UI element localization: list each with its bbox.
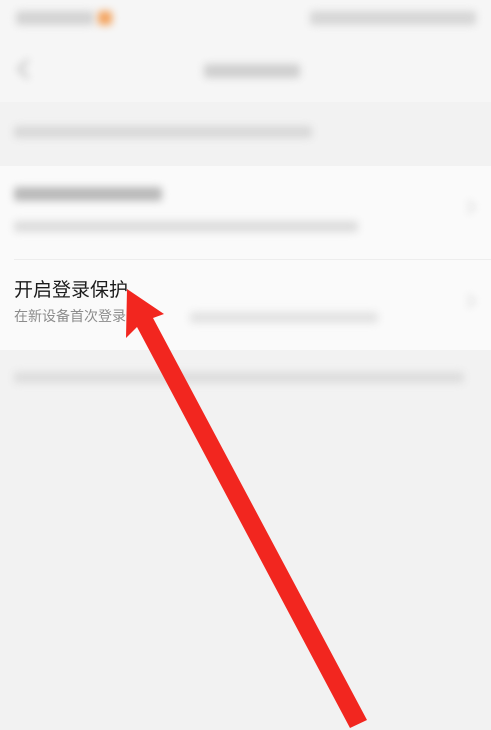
carrier-info bbox=[16, 11, 94, 25]
chevron-right-icon[interactable] bbox=[462, 198, 480, 216]
annotation-arrow-icon bbox=[126, 289, 367, 728]
section-header bbox=[14, 126, 312, 138]
chevron-right-icon[interactable] bbox=[462, 292, 480, 310]
setting-row-1-title bbox=[14, 187, 162, 201]
back-icon[interactable] bbox=[12, 56, 38, 82]
setting-row-1-subtitle bbox=[14, 221, 358, 232]
security-settings-screen: 开启登录保护 在新设备首次登录时 bbox=[0, 0, 491, 730]
status-bar bbox=[0, 0, 491, 40]
login-protection-subtitle: 在新设备首次登录时 bbox=[14, 309, 140, 325]
status-icons bbox=[310, 11, 476, 25]
login-protection-title[interactable]: 开启登录保护 bbox=[14, 278, 128, 302]
footer-note bbox=[14, 372, 464, 383]
login-protection-subtitle-rest bbox=[190, 312, 378, 323]
notification-icon bbox=[98, 11, 112, 25]
page-title bbox=[204, 64, 300, 78]
row-divider bbox=[14, 259, 491, 260]
